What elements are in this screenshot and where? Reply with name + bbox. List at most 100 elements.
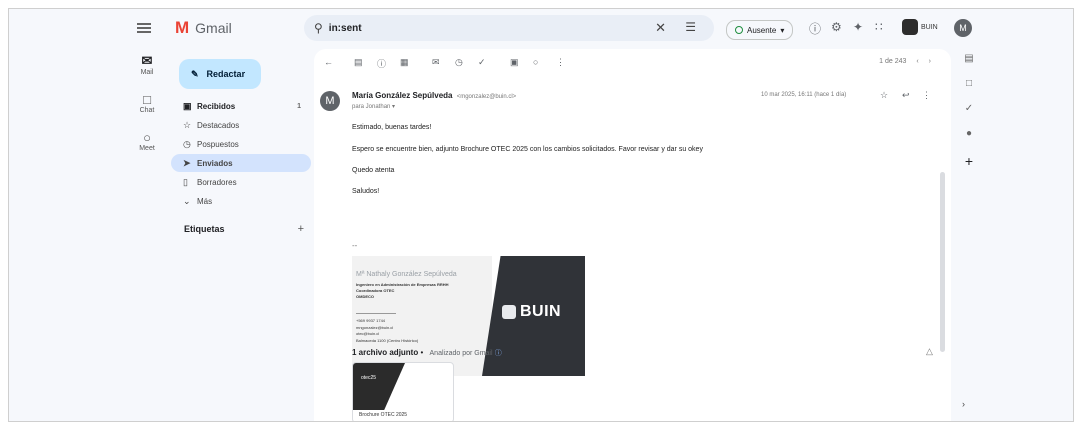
- nav-label: Más: [197, 196, 213, 206]
- signature-line: OMDECO: [356, 294, 374, 299]
- prev-icon[interactable]: ‹: [916, 58, 918, 65]
- calendar-icon[interactable]: ▤: [955, 53, 983, 64]
- search-icon[interactable]: ⚲: [314, 21, 323, 35]
- gmail-window: M Gmail ⚲ in:sent ✕ ☰ Ausente ▾ ⓘ ⚙ ✦ ∷ …: [8, 8, 1074, 422]
- body-paragraph: Saludos!: [352, 188, 380, 195]
- star-icon[interactable]: ☆: [880, 90, 888, 101]
- send-icon: ➤: [183, 157, 191, 168]
- compose-button[interactable]: ✎ Redactar: [179, 59, 261, 89]
- labels-section: Etiquetas +: [184, 223, 304, 235]
- add-label-icon[interactable]: +: [298, 223, 304, 235]
- nav-label: Borradores: [197, 177, 237, 187]
- chat-icon: □: [143, 92, 151, 107]
- mail-icon: ✉: [141, 53, 153, 68]
- attachment-file-name: Brochure OTEC 2025: [359, 412, 408, 418]
- back-icon[interactable]: ←: [324, 57, 333, 67]
- bullet: •: [420, 348, 424, 357]
- expand-panel-icon[interactable]: ›: [962, 399, 965, 409]
- rail-item-chat[interactable]: □ Chat: [127, 92, 167, 114]
- add-to-drive-icon[interactable]: △: [926, 346, 933, 357]
- sender-avatar[interactable]: M: [320, 91, 340, 111]
- search-bar[interactable]: ⚲ in:sent ✕ ☰: [304, 15, 714, 41]
- more-icon[interactable]: ⋮: [922, 90, 931, 101]
- body-paragraph: Quedo atenta: [352, 167, 395, 174]
- nav-item-sent[interactable]: ➤ Enviados: [171, 154, 311, 172]
- rail-item-mail[interactable]: ✉ Mail: [127, 53, 167, 76]
- mark-unread-icon[interactable]: ✉: [432, 57, 440, 68]
- report-spam-icon[interactable]: ⓘ: [377, 57, 386, 70]
- recipient-line[interactable]: para Jonathan ▾: [352, 103, 395, 110]
- nav-label: Recibidos: [197, 101, 236, 111]
- chevron-down-icon: ⌄: [183, 195, 191, 206]
- move-to-icon[interactable]: ▣: [510, 57, 519, 68]
- rail-label: Mail: [140, 69, 154, 76]
- next-icon[interactable]: ›: [929, 58, 931, 65]
- signature-line: Balmaceda 1100 (Centro Histórico): [356, 338, 419, 343]
- more-options-icon[interactable]: ⋮: [556, 57, 565, 68]
- account-avatar[interactable]: M: [954, 19, 972, 37]
- buin-shield-icon: [902, 19, 918, 35]
- rail-item-meet[interactable]: ○ Meet: [127, 130, 167, 152]
- signature-line: +569 9937 1744: [356, 318, 386, 323]
- folder-nav: ▣ Recibidos 1 ☆ Destacados ◷ Pospuestos …: [171, 97, 311, 211]
- body-paragraph: Estimado, buenas tardes!: [352, 124, 432, 131]
- main-menu-icon[interactable]: [137, 23, 151, 33]
- nav-item-more[interactable]: ⌄ Más: [171, 192, 311, 210]
- get-addons-icon[interactable]: +: [955, 153, 983, 169]
- buin-shield-icon: [502, 305, 516, 319]
- pager-text: 1 de 243: [879, 58, 907, 65]
- attachment-thumbnail: [353, 363, 405, 410]
- nav-item-inbox[interactable]: ▣ Recibidos 1: [171, 97, 311, 115]
- info-icon[interactable]: ⓘ: [495, 350, 502, 357]
- snooze-icon: ◷: [183, 138, 191, 149]
- nav-item-snoozed[interactable]: ◷ Pospuestos: [171, 135, 311, 153]
- body-paragraph: Espero se encuentre bien, adjunto Brochu…: [352, 146, 703, 153]
- draft-icon: ▯: [183, 176, 188, 187]
- nav-item-starred[interactable]: ☆ Destacados: [171, 116, 311, 134]
- message-scrollbar[interactable]: [940, 172, 945, 352]
- star-icon: ☆: [183, 119, 192, 130]
- rail-label: Meet: [139, 145, 155, 152]
- sender-name[interactable]: María González Sepúlveda: [352, 91, 452, 100]
- status-selector[interactable]: Ausente ▾: [726, 20, 794, 40]
- search-input[interactable]: in:sent: [329, 23, 362, 34]
- clear-search-icon[interactable]: ✕: [655, 20, 666, 36]
- attachment-thumb-label: otec25: [361, 375, 377, 381]
- gmail-logo-text: Gmail: [195, 20, 232, 36]
- label-icon[interactable]: ○: [533, 57, 538, 67]
- top-bar: M Gmail ⚲ in:sent ✕ ☰ Ausente ▾ ⓘ ⚙ ✦ ∷ …: [9, 9, 1073, 47]
- settings-icon[interactable]: ⚙: [831, 20, 842, 34]
- gmail-logo[interactable]: M Gmail: [175, 18, 232, 38]
- meet-icon: ○: [143, 130, 151, 145]
- message-toolbar: ← ▤ ⓘ ▦ ✉ ◷ ✓ ▣ ○ ⋮ 1 de 243 ‹ ›: [314, 49, 951, 75]
- snooze-icon[interactable]: ◷: [455, 57, 463, 68]
- attachments-count: 1 archivo adjunto: [352, 348, 419, 357]
- recipient-text: para Jonathan: [352, 104, 391, 110]
- signature-line: Coordinadora OTEC: [356, 288, 395, 293]
- reply-icon[interactable]: ↩: [902, 90, 910, 101]
- gemini-icon[interactable]: ✦: [853, 20, 863, 34]
- sender-email: <mgonzalez@buin.cl>: [456, 94, 517, 100]
- attachment-card[interactable]: otec25 Brochure OTEC 2025: [352, 362, 454, 421]
- delete-icon[interactable]: ▦: [400, 57, 409, 68]
- message-date: 10 mar 2025, 16:11 (hace 1 día): [761, 92, 847, 98]
- inbox-icon: ▣: [183, 100, 192, 111]
- attachments-header: 1 archivo adjunto • Analizado por Gmail …: [352, 348, 502, 358]
- pencil-icon: ✎: [191, 68, 199, 79]
- signature-line: mngonzalez@buin.cl: [356, 325, 394, 330]
- organization-logo[interactable]: BUIN: [902, 19, 938, 35]
- pagination: 1 de 243 ‹ ›: [879, 58, 931, 65]
- apps-icon[interactable]: ∷: [875, 20, 883, 34]
- archive-icon[interactable]: ▤: [354, 57, 363, 68]
- search-options-icon[interactable]: ☰: [685, 20, 696, 34]
- compose-label: Redactar: [206, 69, 246, 79]
- app-rail: ✉ Mail □ Chat ○ Meet: [127, 53, 167, 168]
- organization-name: BUIN: [921, 23, 938, 31]
- unread-count: 1: [297, 102, 301, 110]
- nav-item-drafts[interactable]: ▯ Borradores: [171, 173, 311, 191]
- help-icon[interactable]: ⓘ: [809, 20, 821, 37]
- add-task-icon[interactable]: ✓: [478, 57, 486, 68]
- keep-icon[interactable]: □: [955, 78, 983, 89]
- tasks-icon[interactable]: ✓: [955, 103, 983, 114]
- contacts-icon[interactable]: ●: [955, 128, 983, 139]
